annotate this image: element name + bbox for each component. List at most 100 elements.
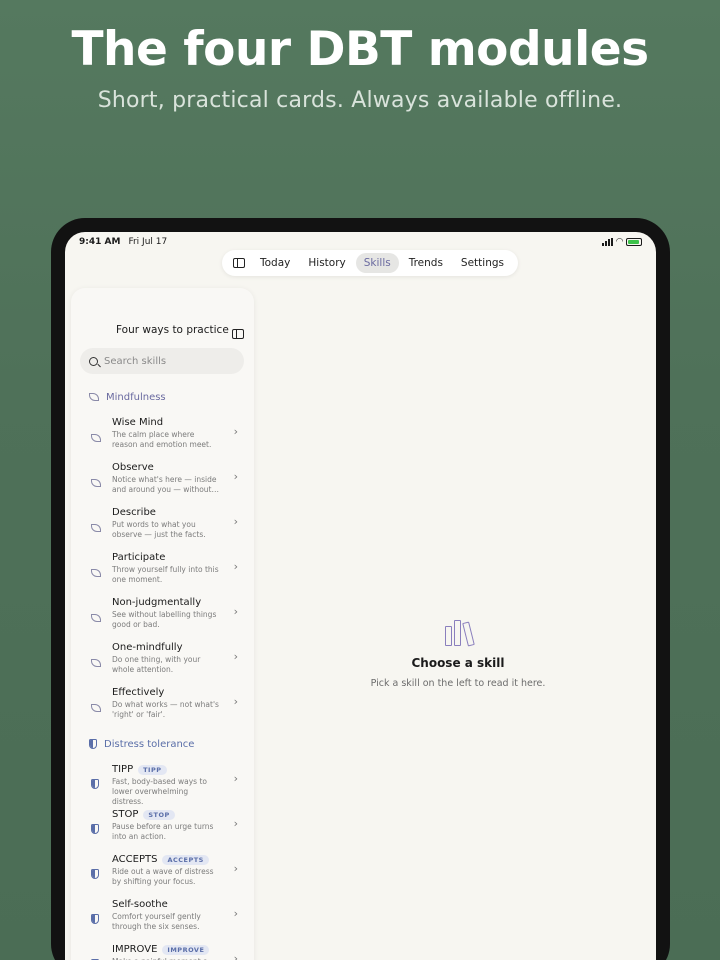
- skill-name: ACCEPTS: [112, 854, 158, 865]
- chevron-right-icon: ›: [233, 605, 238, 618]
- skill-item[interactable]: ACCEPTS ACCEPTS Ride out a wave of distres…: [71, 847, 254, 892]
- skill-name-row: Effectively: [112, 687, 220, 698]
- skill-badge: ACCEPTS: [162, 854, 209, 865]
- battery-icon: [626, 238, 642, 246]
- skill-name-row: IMPROVE IMPROVE: [112, 944, 220, 955]
- sidebar-toggle-button[interactable]: [228, 258, 250, 268]
- search-field[interactable]: [80, 348, 244, 374]
- sidebar-collapse-button[interactable]: [232, 324, 244, 343]
- skill-name-row: TIPP TIPP: [112, 764, 220, 775]
- section-mindfulness: Mindfulness: [71, 384, 254, 410]
- tab-today[interactable]: Today: [252, 253, 298, 273]
- skills-sidebar: Four ways to practice Mindfulness Wise M…: [71, 288, 254, 960]
- section-distress-tolerance: Distress tolerance: [71, 731, 254, 757]
- skill-name: Participate: [112, 552, 166, 563]
- search-input[interactable]: [104, 355, 234, 367]
- leaf-icon: [91, 562, 102, 581]
- skill-description: Do what works — not what's 'right' or 'f…: [112, 700, 219, 719]
- chevron-right-icon: ›: [233, 560, 238, 573]
- skill-name-row: One-mindfully: [112, 642, 220, 653]
- status-date: Fri Jul 17: [128, 237, 168, 247]
- skill-name-row: Observe: [112, 462, 220, 473]
- leaf-icon: [91, 697, 102, 716]
- skill-description: Pause before an urge turns into an actio…: [112, 822, 214, 841]
- skill-item[interactable]: Wise Mind The calm place where reason and…: [71, 410, 254, 455]
- chevron-right-icon: ›: [233, 695, 238, 708]
- skill-item[interactable]: Observe Notice what's here — inside and a…: [71, 455, 254, 500]
- tablet-frame: 9:41 AM Fri Jul 17 ◠ Today History Skill…: [51, 218, 670, 960]
- skill-description: Ride out a wave of distress by shifting …: [112, 867, 214, 886]
- skill-description: The calm place where reason and emotion …: [112, 430, 212, 449]
- tab-trends[interactable]: Trends: [401, 253, 451, 273]
- shield-icon: [89, 739, 97, 749]
- shield-icon: [91, 774, 102, 793]
- skill-name-row: ACCEPTS ACCEPTS: [112, 854, 220, 865]
- skill-description: See without labelling things good or bad…: [112, 610, 217, 629]
- chevron-right-icon: ›: [233, 817, 238, 830]
- signal-icon: [602, 238, 614, 246]
- skill-description: Notice what's here — inside and around y…: [112, 475, 219, 494]
- skill-name-row: Non-judgmentally: [112, 597, 220, 608]
- hero-title: The four DBT modules: [71, 22, 649, 77]
- status-time: 9:41 AM: [79, 237, 121, 247]
- skill-name-row: Self-soothe: [112, 899, 220, 910]
- chevron-right-icon: ›: [233, 515, 238, 528]
- skill-item[interactable]: IMPROVEIMPROVEMake a painful moment a›: [71, 937, 254, 960]
- empty-title: Choose a skill: [411, 656, 505, 670]
- leaf-icon: [91, 472, 102, 491]
- leaf-icon: [91, 652, 102, 671]
- skill-name: Effectively: [112, 687, 165, 698]
- section-label: Mindfulness: [106, 391, 166, 403]
- sidebar-title: Four ways to practice: [116, 324, 229, 336]
- skill-item[interactable]: One-mindfully Do one thing, with your who…: [71, 635, 254, 680]
- chevron-right-icon: ›: [233, 907, 238, 920]
- skill-name: Self-soothe: [112, 899, 168, 910]
- skill-name: Wise Mind: [112, 417, 164, 428]
- skill-badge: TIPP: [138, 764, 167, 775]
- section-label: Distress tolerance: [104, 738, 195, 750]
- empty-state: Choose a skill Pick a skill on the left …: [260, 618, 656, 689]
- chevron-right-icon: ›: [233, 772, 238, 785]
- chevron-right-icon: ›: [233, 470, 238, 483]
- status-bar: 9:41 AM Fri Jul 17 ◠: [65, 232, 656, 252]
- sidebar-collapse-icon: [232, 329, 244, 339]
- shield-icon: [91, 864, 102, 883]
- sidebar-toggle-icon: [233, 258, 245, 268]
- skill-name: One-mindfully: [112, 642, 183, 653]
- status-icons: ◠: [602, 237, 642, 247]
- skill-badge: STOP: [143, 809, 175, 820]
- skill-item[interactable]: Non-judgmentally See without labelling th…: [71, 590, 254, 635]
- shield-icon: [91, 819, 102, 838]
- skill-item[interactable]: Participate Throw yourself fully into thi…: [71, 545, 254, 590]
- skill-item[interactable]: TIPP TIPP Fast, body-based ways to lower o…: [71, 757, 254, 806]
- skill-name-row: STOP STOP: [112, 809, 220, 820]
- tab-settings[interactable]: Settings: [453, 253, 512, 273]
- detail-pane: Choose a skill Pick a skill on the left …: [260, 288, 656, 960]
- skill-name-row: Participate: [112, 552, 220, 563]
- chevron-right-icon: ›: [233, 862, 238, 875]
- shield-icon: [91, 909, 102, 928]
- chevron-right-icon: ›: [233, 650, 238, 663]
- leaf-icon: [89, 393, 99, 401]
- leaf-icon: [91, 607, 102, 626]
- skill-item[interactable]: Describe Put words to what you observe — …: [71, 500, 254, 545]
- skill-description: Throw yourself fully into this one momen…: [112, 565, 219, 584]
- app-screen: 9:41 AM Fri Jul 17 ◠ Today History Skill…: [65, 232, 656, 960]
- search-icon: [89, 356, 98, 366]
- skill-item[interactable]: Effectively Do what works — not what's 'r…: [71, 680, 254, 725]
- tab-skills[interactable]: Skills: [355, 253, 399, 273]
- skill-name: Describe: [112, 507, 156, 518]
- chevron-right-icon: ›: [233, 425, 238, 438]
- skill-name-row: Describe: [112, 507, 220, 518]
- empty-subtitle: Pick a skill on the left to read it here…: [370, 678, 546, 689]
- skill-item[interactable]: Self-soothe Comfort yourself gently throu…: [71, 892, 254, 937]
- skills-list: Mindfulness Wise Mind The calm place wher…: [71, 384, 254, 960]
- tab-history[interactable]: History: [300, 253, 353, 273]
- wifi-icon: ◠: [616, 237, 623, 247]
- shield-icon: [91, 954, 102, 960]
- skill-description: Do one thing, with your whole attention.: [112, 655, 201, 674]
- skill-name: STOP: [112, 809, 139, 820]
- sidebar-header: Four ways to practice: [71, 288, 254, 339]
- tab-bar: Today History Skills Trends Settings: [222, 250, 518, 276]
- skill-item[interactable]: STOP STOP Pause before an urge turns into …: [71, 802, 254, 847]
